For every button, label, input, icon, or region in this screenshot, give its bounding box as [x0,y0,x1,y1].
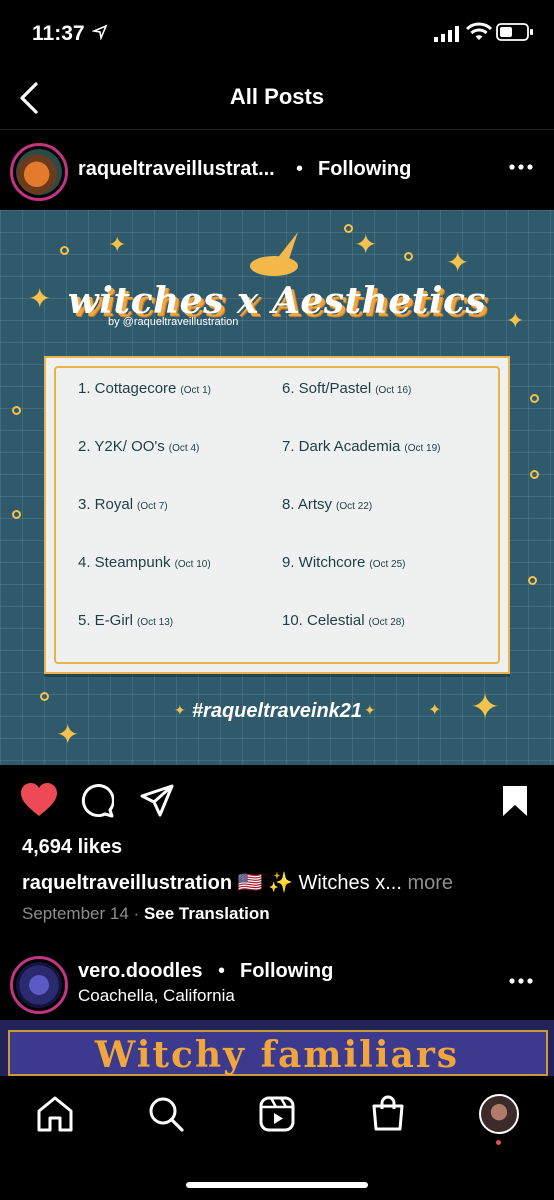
post-actions [0,780,554,822]
separator-dot: • [218,960,226,982]
prompt-item: 3. Royal (Oct 7) [78,496,168,513]
heart-icon[interactable] [20,782,58,818]
post-meta: September 14 · See Translation [22,904,270,924]
notification-dot [496,1140,501,1145]
poster-hashtag: #raqueltraveink21 [191,700,363,722]
circle-ornament [530,470,539,479]
circle-ornament [60,246,69,255]
bookmark-icon[interactable] [500,784,530,818]
poster-title: witches x Aesthetics [67,280,487,322]
circle-ornament [12,406,21,415]
home-indicator [186,1182,368,1188]
page-title: All Posts [229,84,325,109]
post-header: raqueltraveillustrat... • Following [0,140,554,204]
home-icon[interactable] [36,1096,74,1132]
poster-byline: by @raqueltraveillustration [108,316,239,328]
reels-icon[interactable] [259,1096,295,1132]
post-header-2: vero.doodles • Following Coachella, Cali… [0,950,554,1014]
prompt-item: 9. Witchcore (Oct 25) [282,554,406,571]
post-location[interactable]: Coachella, California [78,986,235,1006]
sparkle-icon: ✦ [108,232,127,257]
status-time: 11:37 [32,22,85,45]
post-caption: raqueltraveillustration 🇺🇸 ✨ Witches x..… [22,870,453,895]
circle-ornament [12,510,21,519]
following-button[interactable]: Following [240,960,333,983]
post-username[interactable]: raqueltraveillustrat... [78,158,275,181]
post-image[interactable]: ✦ ✦ ✦ ✦ ✦ ✦ ✦ ✦ ✦ ✦ witches x Aesthetics… [0,210,554,765]
circle-ornament [404,252,413,261]
prompt-item: 7. Dark Academia (Oct 19) [282,438,441,455]
witch-hat-icon [250,232,298,276]
more-options-icon[interactable] [508,162,534,172]
prompt-item: 2. Y2K/ OO's (Oct 4) [78,438,200,455]
more-options-icon[interactable] [508,976,534,986]
search-icon[interactable] [148,1096,184,1132]
caption-more-link[interactable]: more [407,872,453,894]
sparkle-icon: ✦ [354,229,378,260]
comment-icon[interactable] [80,784,114,818]
circle-ornament [530,394,539,403]
share-icon[interactable] [140,784,174,818]
avatar[interactable] [10,143,68,201]
nav-header: All Posts [0,68,554,130]
profile-avatar-tab[interactable] [479,1094,519,1134]
prompt-item: 1. Cottagecore (Oct 1) [78,380,211,397]
wifi-icon [466,22,492,40]
cellular-signal-icon [434,26,459,42]
post-username[interactable]: vero.doodles [78,960,202,983]
prompt-item: 8. Artsy (Oct 22) [282,496,373,513]
avatar[interactable] [10,956,68,1014]
circle-ornament [344,224,353,233]
prompt-column-right: 6. Soft/Pastel (Oct 16) 7. Dark Academia(… [282,380,441,670]
prompt-item: 5. E-Girl (Oct 13) [78,612,174,629]
meta-separator: · [133,904,140,923]
sparkle-icon: ✦ [446,247,470,278]
location-arrow-icon [92,24,108,40]
status-bar: 11:37 [0,0,554,68]
poster-title-2: Witchy familiars [94,1034,460,1076]
post-image-2[interactable]: Witchy familiars [0,1020,554,1076]
likes-count[interactable]: 4,694 likes [22,836,122,859]
caption-username[interactable]: raqueltraveillustration [22,872,232,894]
prompt-item: 4. Steampunk (Oct 10) [78,554,211,571]
shop-icon[interactable] [370,1094,406,1132]
circle-ornament [528,576,537,585]
post-date: September 14 [22,904,129,923]
prompt-column-left: 1. Cottagecore (Oct 1) 2. Y2K/ OO's (Oct 4… [78,380,211,670]
see-translation-link[interactable]: See Translation [144,904,270,923]
caption-text: 🇺🇸 ✨ Witches x... [237,872,402,894]
following-button[interactable]: Following [318,158,411,181]
prompt-item: 6. Soft/Pastel (Oct 16) [282,380,412,397]
prompt-list-card: 1. Cottagecore (Oct 1) 2. Y2K/ OO's (Oct 4… [44,356,510,674]
separator-dot: • [296,158,304,180]
battery-icon [496,23,533,41]
prompt-item: 10. Celestial (Oct 28) [282,612,405,629]
